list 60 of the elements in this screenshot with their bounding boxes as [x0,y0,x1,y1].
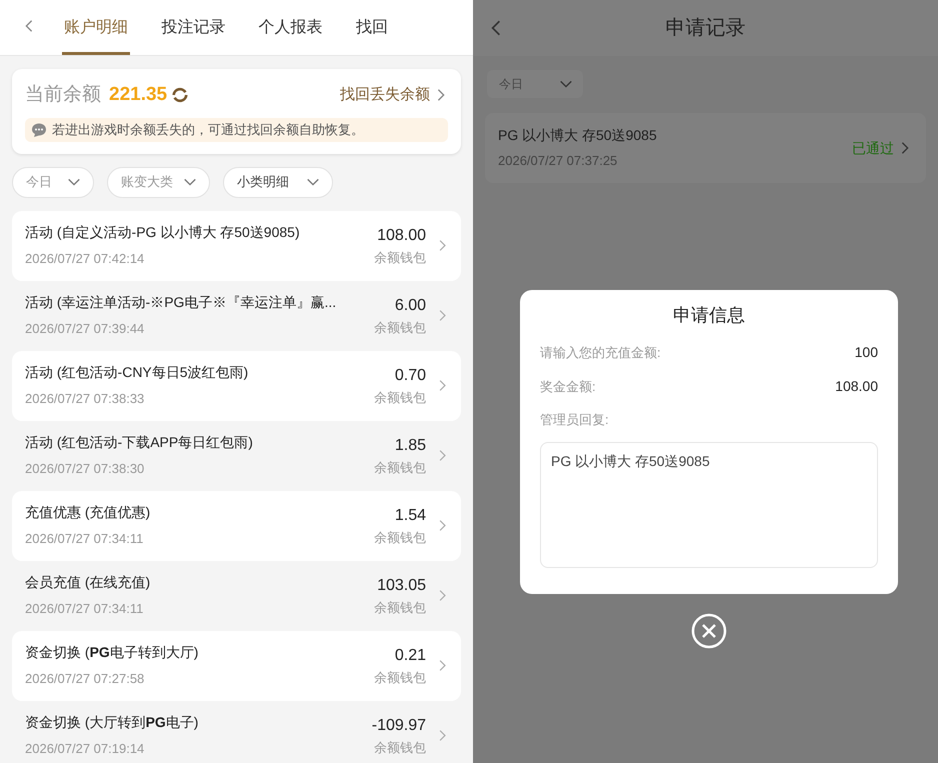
tab[interactable]: 账户明细 [62,0,160,55]
transaction-time: 2026/07/27 07:27:58 [25,670,146,688]
wallet-label: 余额钱包 [374,528,426,547]
tab[interactable]: 个人报表 [256,0,354,55]
page-title: 申请记录 [666,16,746,41]
field-label: 奖金金额: [540,378,596,396]
record-time: 2026/07/27 07:37:25 [498,152,618,170]
transaction-time: 2026/07/27 07:42:14 [25,250,146,268]
wallet-label: 余额钱包 [374,318,426,337]
field-value: 100 [854,343,878,362]
transaction-title: 充值优惠 (充值优惠) [25,503,152,522]
transaction-row[interactable]: 活动 (自定义活动-PG 以小博大 存50送9085) 2026/07/27 07:42:14 108.00 余额钱包 [12,210,461,280]
transaction-amount: 0.21 [394,646,426,666]
transaction-amount: 103.05 [377,576,426,596]
field-value: 108.00 [835,377,878,396]
transaction-row[interactable]: 充值优惠 (充值优惠) 2026/07/27 07:34:11 1.54 余额钱包 [12,490,461,560]
transaction-title: 活动 (红包活动-CNY每日5波红包雨) [25,363,250,382]
wallet-label: 余额钱包 [374,458,426,477]
transaction-title: 活动 (幸运注单活动-※PG电子※『幸运注单』赢... [25,293,338,312]
transaction-amount: 0.70 [394,366,426,386]
field-label: 请输入您的充值金额: [540,344,661,362]
transaction-title: 会员充值 (在线充值) [25,573,152,592]
transaction-time: 2026/07/27 07:34:11 [25,600,144,618]
transaction-time: 2026/07/27 07:19:14 [25,740,146,758]
tab[interactable]: 投注记录 [159,0,257,55]
transaction-time: 2026/07/27 07:38:33 [25,390,146,408]
close-icon[interactable] [691,613,727,649]
wallet-label: 余额钱包 [374,668,426,687]
filter-dropdown[interactable]: 小类明细 [223,166,333,198]
wallet-label: 余额钱包 [374,598,426,617]
notice-text: 若进出游戏时余额丢失的，可通过找回余额自助恢复。 [52,120,364,139]
transaction-time: 2026/07/27 07:39:44 [25,320,146,338]
transaction-time: 2026/07/27 07:38:30 [25,460,146,478]
transaction-amount: 1.54 [394,506,426,526]
field-label: 管理员回复: [540,411,610,429]
transaction-row[interactable]: 活动 (红包活动-CNY每日5波红包雨) 2026/07/27 07:38:33 0.70 余额钱包 [12,350,461,420]
transaction-amount: 6.00 [394,296,426,316]
transaction-time: 2026/07/27 07:34:11 [25,530,144,548]
wallet-label: 余额钱包 [374,738,426,757]
transaction-title: 资金切换 (PG电子转到大厅) [25,643,200,662]
transaction-title: 活动 (自定义活动-PG 以小博大 存50送9085) [25,223,301,242]
recover-balance-link[interactable]: 找回丢失余额 [340,84,430,106]
wallet-label: 余额钱包 [374,248,426,267]
status-text: 已通过 [852,138,894,158]
refresh-icon[interactable] [171,86,190,104]
transaction-amount: 1.85 [394,436,426,456]
transaction-title: 活动 (红包活动-下载APP每日红包雨) [25,433,254,452]
dialog-title: 申请信息 [673,304,745,327]
reply-text-area[interactable]: PG 以小博大 存50送9085 [540,442,878,568]
balance-amount: 221.35 [109,83,168,107]
transaction-title: 资金切换 (大厅转到PG电子) [25,713,200,732]
application-record-card[interactable]: PG 以小博大 存50送9085 2026/07/27 07:37:25 已通过 [485,113,926,183]
transaction-row[interactable]: 资金切换 (PG电子转到大厅) 2026/07/27 07:27:58 0.21 余额钱包 [12,630,461,700]
record-title: PG 以小博大 存50送9085 [498,126,658,146]
balance-label: 当前余额 [25,83,101,107]
chat-bubble-icon [31,122,47,138]
transaction-amount: 108.00 [377,226,426,246]
tab[interactable]: 找回 [354,0,452,55]
transaction-amount: -109.97 [372,716,426,736]
wallet-label: 余额钱包 [374,388,426,407]
